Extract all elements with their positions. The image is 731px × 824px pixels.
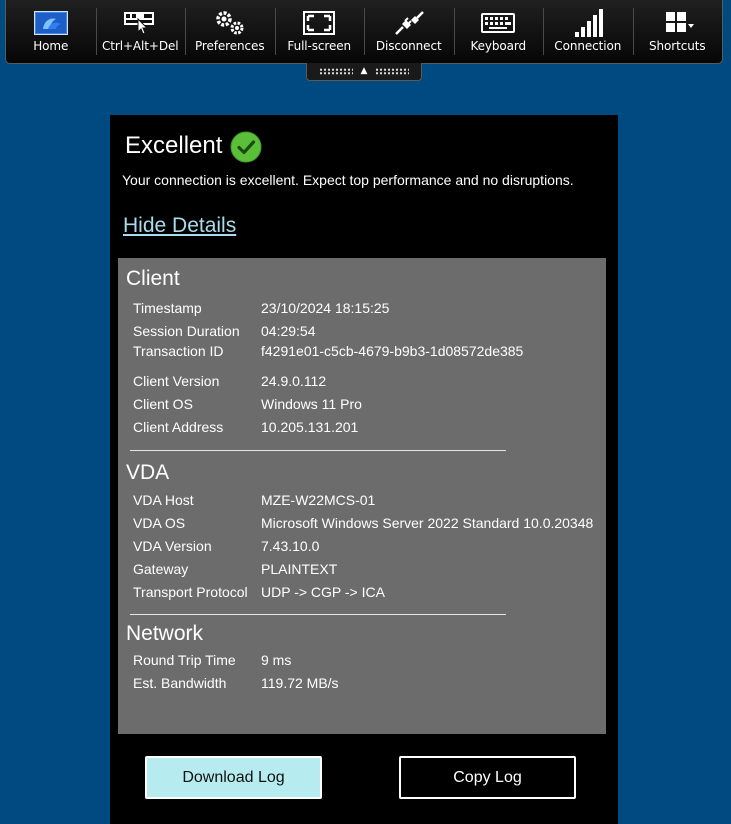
client-row: Client OS Windows 11 Pro (133, 396, 362, 412)
grid-icon (657, 9, 697, 37)
vda-heading: VDA (126, 461, 170, 484)
vda-row: VDA Host MZE-W22MCS-01 (133, 492, 376, 508)
vda-row: VDA OS Microsoft Windows Server 2022 Sta… (133, 515, 594, 531)
toolbar-connection-button[interactable]: Connection (543, 0, 633, 63)
check-circle-icon (230, 131, 262, 167)
client-row: Client Version 24.9.0.112 (133, 373, 327, 389)
grip-dots-left (318, 68, 353, 75)
toolbar-preferences-button[interactable]: Preferences (185, 0, 275, 63)
status-title: Excellent (125, 132, 223, 159)
vda-row: Gateway PLAINTEXT (133, 561, 338, 577)
status-header: Excellent (125, 125, 262, 167)
network-heading: Network (126, 622, 204, 645)
grip-dots-right (375, 68, 410, 75)
section-divider (130, 450, 506, 451)
toolbar-keyboard-button[interactable]: Keyboard (453, 0, 544, 63)
client-heading: Client (126, 267, 180, 290)
viewer-toolbar: Home Ctrl+Alt+Del Preferences Full-scree… (5, 0, 723, 64)
copy-log-button[interactable]: Copy Log (399, 756, 576, 799)
vda-row: VDA Version 7.43.10.0 (133, 538, 320, 554)
signal-bars-icon (568, 9, 608, 37)
vda-row: Transport Protocol UDP -> CGP -> ICA (133, 584, 385, 600)
keyboard-icon (478, 9, 518, 37)
status-description: Your connection is excellent. Expect top… (122, 172, 574, 188)
toolbar-home-button[interactable]: Home (6, 0, 96, 63)
toolbar-ctrl-alt-del-button[interactable]: Ctrl+Alt+Del (95, 0, 186, 63)
client-row: Session Duration 04:29:54 (133, 323, 316, 339)
toolbar-fullscreen-button[interactable]: Full-screen (274, 0, 365, 63)
hide-details-link[interactable]: Hide Details (123, 214, 236, 238)
connection-quality-panel: Excellent Your connection is excellent. … (110, 115, 618, 824)
download-log-button[interactable]: Download Log (145, 756, 322, 799)
network-row: Est. Bandwidth 119.72 MB/s (133, 675, 339, 691)
toolbar-disconnect-button[interactable]: Disconnect (364, 0, 454, 63)
fullscreen-icon (299, 9, 339, 37)
plug-icon (389, 9, 429, 37)
client-row: Timestamp 23/10/2024 18:15:25 (133, 300, 390, 316)
client-row: Client Address 10.205.131.201 (133, 419, 359, 435)
client-row: Transaction ID f4291e01-c5cb-4679-b9b3-1… (133, 343, 524, 359)
gears-icon (210, 9, 250, 37)
network-row: Round Trip Time 9 ms (133, 652, 292, 668)
toolbar-shortcuts-button[interactable]: Shortcuts (632, 0, 723, 63)
ctrl-alt-del-icon (120, 9, 160, 37)
home-icon (31, 9, 71, 37)
collapse-arrow-icon: ▲ (360, 66, 368, 76)
toolbar-collapse-handle[interactable]: ▲ (306, 63, 422, 81)
section-divider (130, 614, 506, 615)
details-section: Client Timestamp 23/10/2024 18:15:25 Ses… (118, 258, 606, 734)
